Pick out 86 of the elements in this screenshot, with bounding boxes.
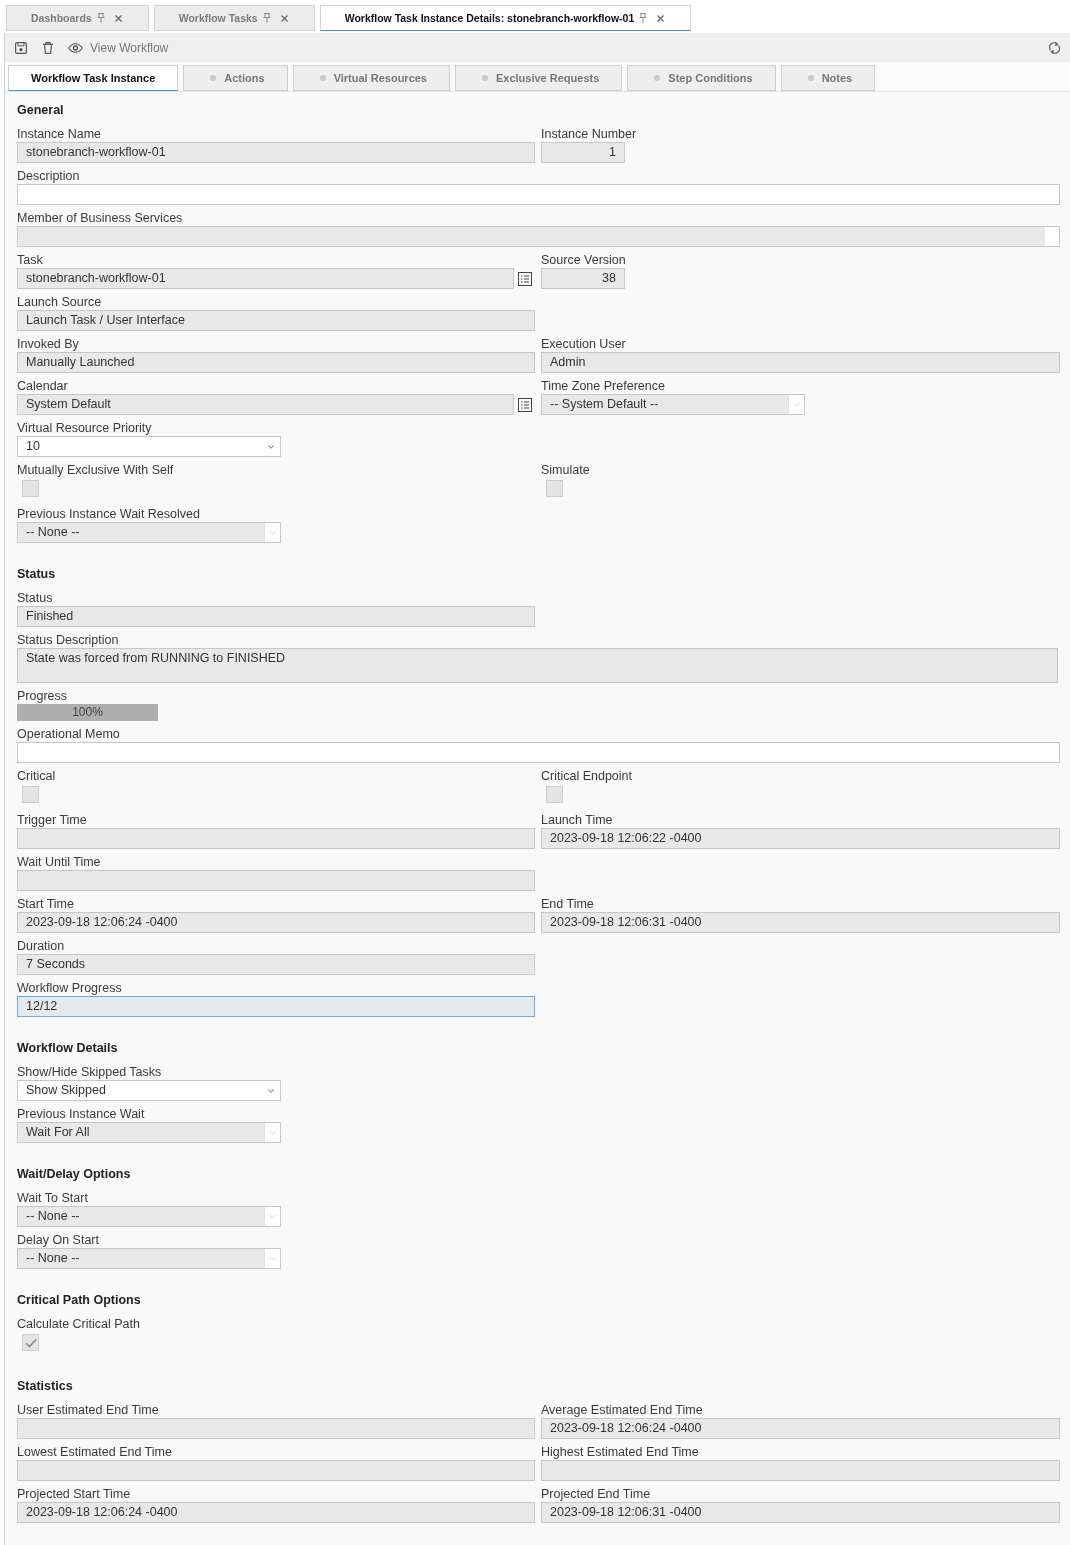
field-label: Duration: [17, 938, 66, 954]
field-label: Previous Instance Wait: [17, 1106, 146, 1122]
close-icon[interactable]: [657, 14, 665, 22]
field-label: Average Estimated End Time: [541, 1402, 704, 1418]
tab[interactable]: Notes: [780, 65, 876, 91]
dot-icon: [210, 75, 217, 81]
progress-label: 100%: [72, 704, 103, 721]
tab[interactable]: Virtual Resources: [292, 65, 450, 91]
field-label: Trigger Time: [17, 812, 88, 828]
field-label: Operational Memo: [17, 726, 121, 742]
caret-icon: [264, 1207, 280, 1226]
section-heading: Statistics: [17, 1378, 74, 1394]
field-label: Show/Hide Skipped Tasks: [17, 1064, 163, 1080]
dot-icon: [319, 75, 326, 81]
field-label: User Estimated End Time: [17, 1402, 160, 1418]
dot-icon: [654, 75, 661, 81]
field-label: Critical: [17, 768, 57, 784]
eye-icon: [68, 42, 83, 53]
field-label: Virtual Resource Priority: [17, 420, 153, 436]
field-label: Delay On Start: [17, 1232, 100, 1248]
caret-icon: [264, 1123, 280, 1142]
field-label: Member of Business Services: [17, 210, 184, 226]
caret-icon: [268, 444, 274, 449]
caret-icon: [788, 395, 804, 414]
field-label: Progress: [17, 688, 69, 704]
caret-icon: [264, 1249, 280, 1268]
document-tab[interactable]: Workflow Tasks: [153, 5, 315, 31]
scrollbar: [1045, 227, 1059, 246]
field-label: Calendar: [17, 378, 69, 394]
close-icon[interactable]: [114, 14, 122, 22]
field-label: Calculate Critical Path: [17, 1316, 141, 1332]
field-label: Instance Number: [541, 126, 638, 142]
field-label: Simulate: [541, 462, 591, 478]
field-label: Workflow Progress: [17, 980, 123, 996]
section-heading: Workflow Details: [17, 1040, 119, 1056]
trash-icon[interactable]: [43, 41, 53, 54]
dot-icon: [807, 75, 814, 81]
dot-icon: [482, 75, 488, 81]
field-label: Wait To Start: [17, 1190, 89, 1206]
field-label: Status Description: [17, 632, 120, 648]
field-label: Wait Until Time: [17, 854, 102, 870]
section-heading: Status: [17, 566, 57, 582]
field-label: Critical Endpoint: [541, 768, 633, 784]
checkmark-icon: [24, 1337, 37, 1348]
field-label: Execution User: [541, 336, 627, 352]
field-label: Projected Start Time: [17, 1486, 132, 1502]
field-label: Description: [17, 168, 81, 184]
pin-icon[interactable]: [96, 13, 105, 23]
document-tab[interactable]: Workflow Task Instance Details: stonebranch-workflow-01: [319, 5, 692, 31]
list-icon[interactable]: [518, 397, 532, 412]
field-label: Instance Name: [17, 126, 103, 142]
refresh-icon[interactable]: [1049, 40, 1060, 55]
text-field[interactable]: [17, 742, 1060, 763]
section-heading: Critical Path Options: [17, 1292, 142, 1308]
tab[interactable]: Workflow Task Instance: [8, 65, 179, 91]
field-label: Projected End Time: [541, 1486, 652, 1502]
tab[interactable]: Exclusive Requests: [455, 65, 623, 91]
tab[interactable]: Actions: [183, 65, 288, 91]
view-workflow-button[interactable]: View Workflow: [68, 40, 169, 55]
field-label: Status: [17, 590, 54, 606]
field-label: End Time: [541, 896, 595, 912]
pin-icon[interactable]: [639, 13, 648, 23]
text-field[interactable]: [17, 184, 1060, 205]
field-label: Highest Estimated End Time: [541, 1444, 700, 1460]
document-tab[interactable]: Dashboards: [6, 5, 149, 31]
save-icon[interactable]: [15, 41, 27, 54]
section-heading: General: [17, 102, 65, 118]
list-icon[interactable]: [518, 271, 532, 286]
caret-icon: [264, 523, 280, 542]
field-label: Source Version: [541, 252, 627, 268]
field-label: Launch Source: [17, 294, 103, 310]
pin-icon[interactable]: [262, 13, 271, 23]
dropdown-field[interactable]: Show Skipped: [17, 1080, 281, 1101]
field-label: Mutually Exclusive With Self: [17, 462, 175, 478]
field-label: Invoked By: [17, 336, 80, 352]
field-label: Lowest Estimated End Time: [17, 1444, 173, 1460]
field-label: Previous Instance Wait Resolved: [17, 506, 201, 522]
field-label: Time Zone Preference: [541, 378, 666, 394]
close-icon[interactable]: [280, 14, 288, 22]
field-label: Task: [17, 252, 44, 268]
tab[interactable]: Step Conditions: [627, 65, 776, 91]
field-label: Launch Time: [541, 812, 614, 828]
field-label: Start Time: [17, 896, 75, 912]
section-heading: Wait/Delay Options: [17, 1166, 132, 1182]
dropdown-field[interactable]: 10: [17, 436, 281, 457]
caret-icon: [268, 1088, 274, 1093]
